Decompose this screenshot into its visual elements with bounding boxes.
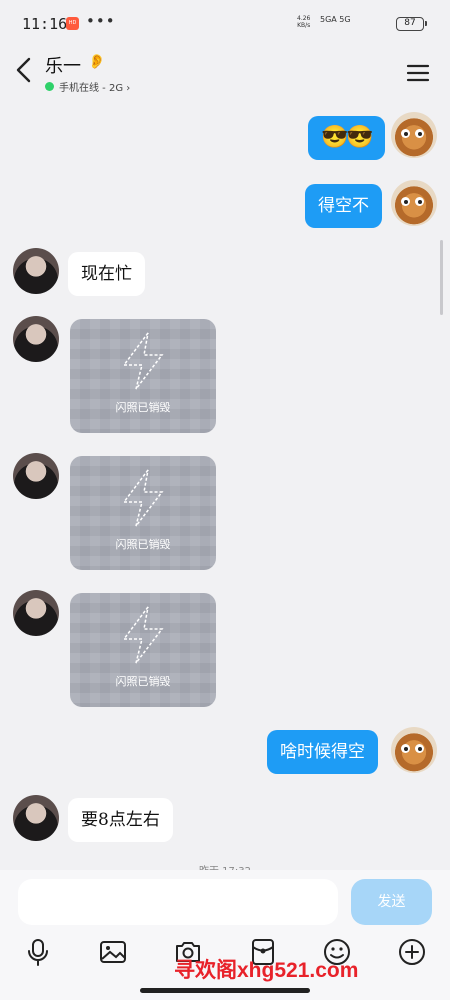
image-icon[interactable] [98,937,128,967]
lightning-icon [122,332,164,390]
incoming-message[interactable]: 现在忙 [68,252,145,296]
my-avatar[interactable] [391,180,437,226]
composer-bar: 发送 寻欢阁xhg521.com [0,870,450,1000]
incoming-message[interactable]: 要8点左右 [68,798,173,842]
clock: 11:16 [22,15,68,33]
microphone-icon[interactable] [23,937,53,967]
menu-icon[interactable] [406,63,430,83]
battery-icon: 87 [396,17,427,31]
flash-photo[interactable]: 闪照已销毁 [70,593,216,707]
status-bar: 11:16 HD ••• 4.26 KB/s 5GA 5G 87 [0,0,450,48]
online-status-text: 手机在线 - 2G › [59,83,131,94]
online-dot-icon [45,82,54,91]
contact-avatar[interactable] [13,248,59,294]
send-button[interactable]: 发送 [351,879,432,925]
plus-icon[interactable] [397,937,427,967]
flash-photo-caption: 闪照已销毁 [115,401,171,414]
contact-avatar[interactable] [13,795,59,841]
scrollbar[interactable] [440,240,443,315]
outgoing-message[interactable]: 啥时候得空 [267,730,378,774]
contact-avatar[interactable] [13,453,59,499]
more-notifications-icon: ••• [86,12,116,30]
flash-photo-caption: 闪照已销毁 [115,538,171,551]
chat-header: 乐一 👂 手机在线 - 2G › [0,48,450,100]
ear-icon: 👂 [88,54,106,70]
outgoing-message[interactable]: 😎😎 [308,116,385,160]
outgoing-message[interactable]: 得空不 [305,184,382,228]
online-status[interactable]: 手机在线 - 2G › [45,79,130,94]
contact-avatar[interactable] [13,590,59,636]
flash-photo[interactable]: 闪照已销毁 [70,456,216,570]
flash-photo-caption: 闪照已销毁 [115,675,171,688]
lightning-icon [122,606,164,664]
notification-badge: HD [66,17,79,30]
signal-icons: 5GA 5G [320,15,351,24]
contact-name[interactable]: 乐一 [45,52,81,78]
flash-photo[interactable]: 闪照已销毁 [70,319,216,433]
home-indicator[interactable] [140,988,310,993]
lightning-icon [122,469,164,527]
watermark: 寻欢阁xhg521.com [174,959,359,982]
message-input[interactable] [18,879,338,925]
back-icon[interactable] [12,55,38,85]
contact-avatar[interactable] [13,316,59,362]
my-avatar[interactable] [391,727,437,773]
network-speed: 4.26 KB/s [297,15,311,29]
my-avatar[interactable] [391,112,437,158]
